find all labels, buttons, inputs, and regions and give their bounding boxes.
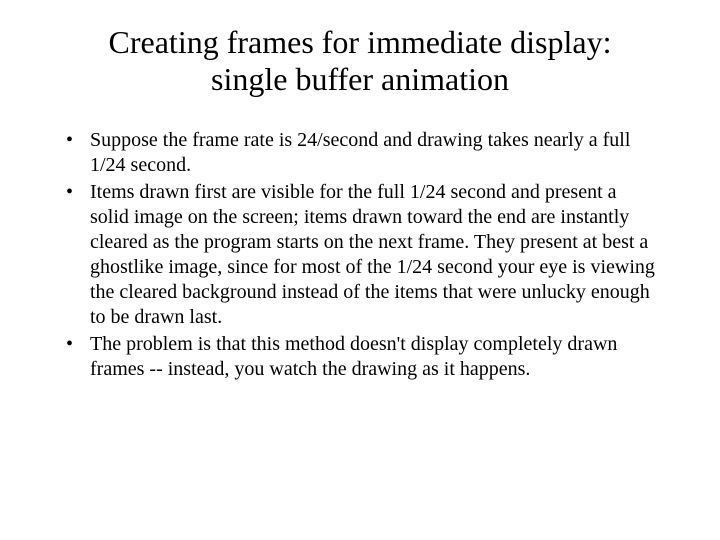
slide-title: Creating frames for immediate display: s… [60, 24, 660, 98]
list-item: Items drawn first are visible for the fu… [60, 180, 660, 330]
slide: Creating frames for immediate display: s… [0, 0, 720, 540]
bullet-text: Suppose the frame rate is 24/second and … [90, 129, 630, 176]
bullet-text: The problem is that this method doesn't … [90, 333, 617, 380]
bullet-text: Items drawn first are visible for the fu… [90, 181, 655, 328]
list-item: Suppose the frame rate is 24/second and … [60, 128, 660, 178]
list-item: The problem is that this method doesn't … [60, 332, 660, 382]
title-line-2: single buffer animation [211, 61, 509, 97]
title-line-1: Creating frames for immediate display: [109, 24, 612, 60]
bullet-list: Suppose the frame rate is 24/second and … [60, 128, 660, 382]
